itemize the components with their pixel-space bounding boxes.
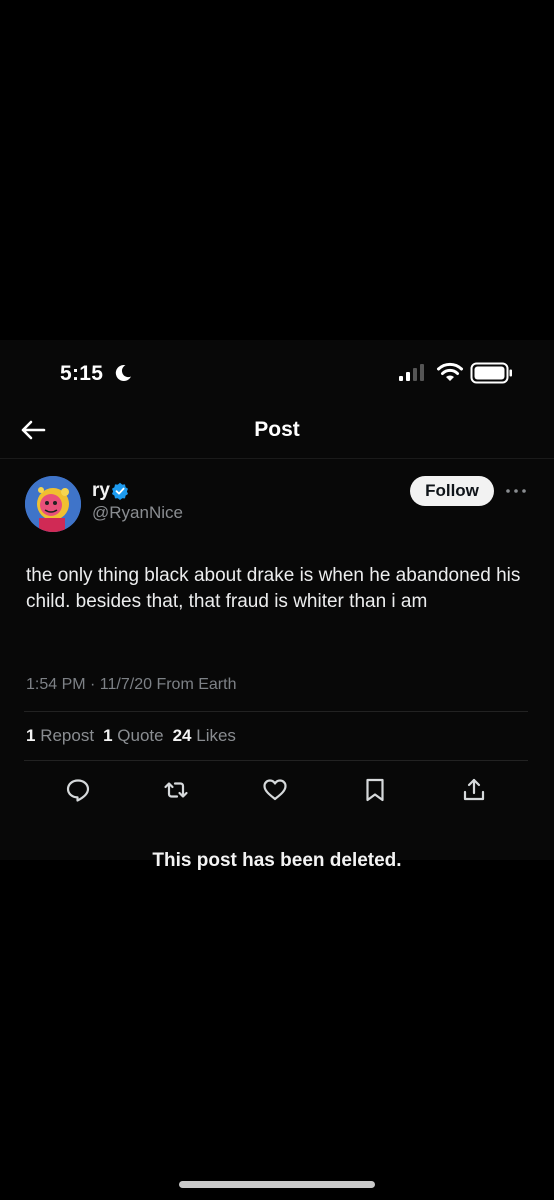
reposts-count: 1 [26,726,36,745]
like-icon[interactable] [262,777,288,803]
likes-stat[interactable]: 24 Likes [173,726,236,745]
avatar[interactable] [25,476,81,532]
post-text: the only thing black about drake is when… [26,565,521,612]
bookmark-icon[interactable] [362,777,388,803]
reply-icon[interactable] [65,777,91,803]
author-name[interactable]: ry [92,480,110,502]
avatar-image [25,476,81,532]
page-title: Post [254,418,300,441]
battery-icon [470,362,512,384]
wifi-icon [437,362,463,381]
quotes-count: 1 [103,726,113,745]
reposts-label: Repost [40,726,95,745]
follow-button[interactable]: Follow [410,476,494,506]
post-stats: 1 Repost 1 Quote 24 Likes [26,726,236,746]
header-divider [0,458,554,459]
share-icon[interactable] [461,777,487,803]
quotes-stat[interactable]: 1 Quote [103,726,164,745]
signal-icon [399,364,424,381]
likes-label: Likes [196,726,236,745]
divider [24,760,528,761]
status-time: 5:15 [60,362,104,385]
divider [24,711,528,712]
verified-badge-icon [112,482,128,500]
moon-icon [115,365,131,382]
more-options-icon[interactable] [505,486,527,496]
deleted-post-notice: This post has been deleted. [152,850,402,871]
home-indicator[interactable] [179,1181,375,1188]
likes-count: 24 [172,726,192,745]
author-handle[interactable]: @RyanNice [92,503,183,523]
quotes-label: Quote [117,726,164,745]
reposts-stat[interactable]: 1 Repost [26,726,94,745]
post-timestamp[interactable]: 1:54 PM · 11/7/20 From Earth [26,676,236,694]
repost-icon[interactable] [163,777,189,803]
